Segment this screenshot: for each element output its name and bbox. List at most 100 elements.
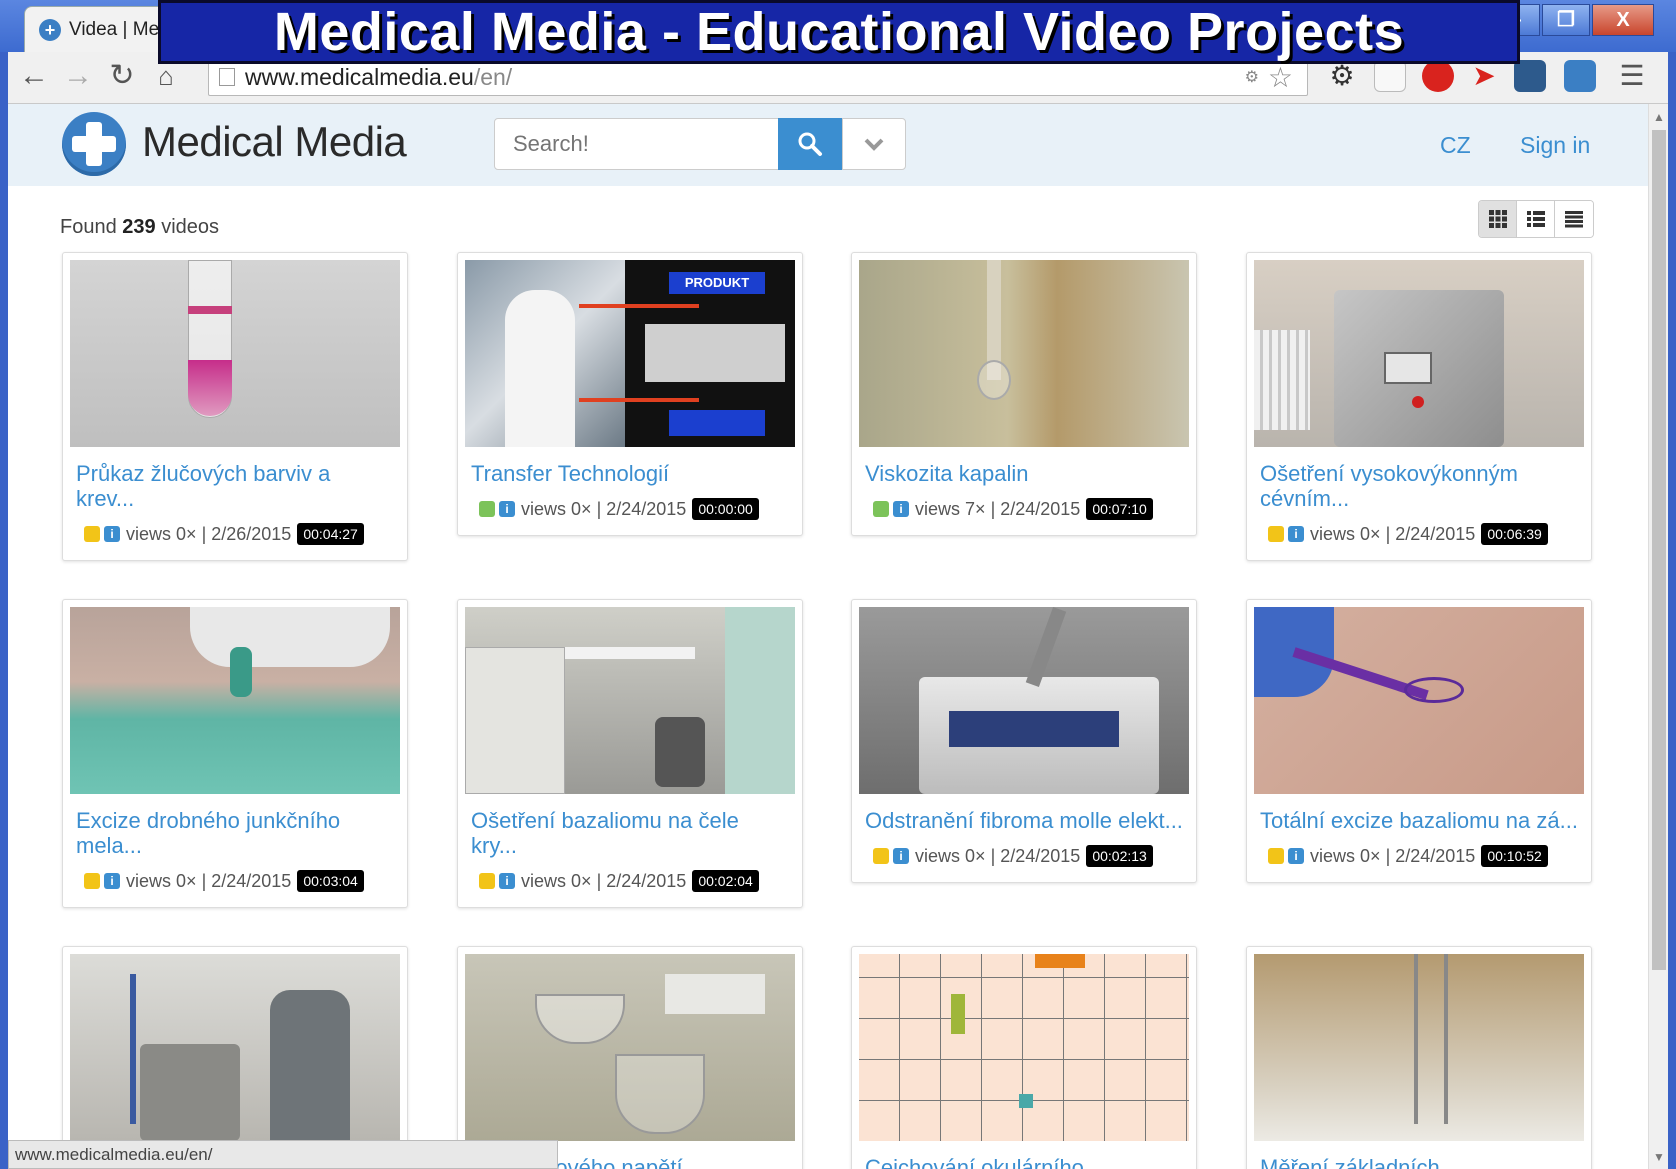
video-card[interactable]: PRODUKT Transfer Technologií i views 0× …: [457, 252, 803, 536]
video-card[interactable]: Totální excize bazaliomu na zá... i view…: [1246, 599, 1592, 883]
pin-marker-icon[interactable]: ➤: [1468, 60, 1500, 92]
extension-book-icon[interactable]: [1514, 60, 1546, 92]
video-title[interactable]: Průkaz žlučových barviv a krev...: [76, 461, 394, 511]
grid-view-icon: [1488, 210, 1507, 228]
status-indicator-icon: [873, 848, 889, 864]
site-favicon-icon: +: [39, 18, 61, 41]
banner-title: Medical Media - Educational Video Projec…: [273, 2, 1405, 62]
info-icon[interactable]: i: [499, 501, 515, 517]
video-thumbnail[interactable]: [1254, 607, 1584, 794]
video-thumbnail[interactable]: [70, 260, 400, 447]
vertical-scrollbar[interactable]: ▲ ▼: [1648, 104, 1668, 1169]
info-icon[interactable]: i: [1288, 848, 1304, 864]
video-card[interactable]: Odstranění fibroma molle elekt... i view…: [851, 599, 1197, 883]
scroll-down-icon[interactable]: ▼: [1653, 1150, 1665, 1164]
video-title[interactable]: Viskozita kapalin: [865, 461, 1183, 486]
video-title[interactable]: Ošetření bazaliomu na čele kry...: [471, 808, 789, 858]
video-title[interactable]: Odstranění fibroma molle elekt...: [865, 808, 1183, 833]
language-link[interactable]: CZ: [1440, 132, 1471, 159]
info-icon[interactable]: i: [1288, 526, 1304, 542]
video-thumbnail[interactable]: [70, 607, 400, 794]
medical-cross-logo-icon[interactable]: [62, 112, 126, 176]
translate-icon[interactable]: ⚙: [1245, 67, 1259, 87]
web-page: Medical Media CZ Sign in Found 239 video…: [8, 104, 1648, 1169]
video-thumbnail[interactable]: [70, 954, 400, 1141]
scroll-thumb[interactable]: [1652, 130, 1666, 970]
video-views: views 7×: [915, 498, 986, 519]
video-card[interactable]: ...povrchového napětí: [457, 946, 803, 1169]
info-icon[interactable]: i: [499, 873, 515, 889]
extension-blank-icon[interactable]: [1374, 60, 1406, 92]
video-card[interactable]: Viskozita kapalin i views 7× | 2/24/2015…: [851, 252, 1197, 536]
bookmark-star-icon[interactable]: ☆: [1268, 61, 1293, 94]
settings-gear-icon[interactable]: ⚙: [1326, 60, 1358, 92]
video-views: views 0×: [126, 870, 197, 891]
info-icon[interactable]: i: [893, 501, 909, 517]
title-banner: Medical Media - Educational Video Projec…: [158, 0, 1520, 64]
video-date: | 2/26/2015: [201, 523, 292, 544]
video-title[interactable]: Ošetření vysokovýkonným cévním...: [1260, 461, 1578, 511]
adblock-icon[interactable]: [1422, 60, 1454, 92]
list-view-icon: [1526, 211, 1545, 227]
video-date: | 2/24/2015: [1385, 523, 1476, 544]
video-date: | 2/24/2015: [1385, 845, 1476, 866]
video-card[interactable]: Ošetření bazaliomu na čele kry... i view…: [457, 599, 803, 908]
compact-view-button[interactable]: [1555, 201, 1593, 237]
video-thumbnail[interactable]: [859, 954, 1189, 1141]
video-card[interactable]: Měření základních: [1246, 946, 1592, 1169]
info-icon[interactable]: i: [893, 848, 909, 864]
close-button[interactable]: X: [1592, 4, 1654, 36]
video-views: views 0×: [915, 845, 986, 866]
video-title[interactable]: Cejchování okulárního: [865, 1155, 1183, 1169]
video-thumbnail[interactable]: [1254, 954, 1584, 1141]
video-meta: i views 0× | 2/26/2015 00:04:27: [84, 523, 400, 545]
video-title[interactable]: Transfer Technologií: [471, 461, 789, 486]
video-card[interactable]: [62, 946, 408, 1169]
search-options-button[interactable]: [842, 118, 906, 170]
video-views: views 0×: [521, 498, 592, 519]
signin-link[interactable]: Sign in: [1520, 132, 1590, 159]
video-duration: 00:02:04: [692, 870, 759, 892]
video-thumbnail[interactable]: PRODUKT: [465, 260, 795, 447]
video-title[interactable]: Měření základních: [1260, 1155, 1578, 1169]
calendar-icon[interactable]: [1564, 60, 1596, 92]
video-duration: 00:03:04: [297, 870, 364, 892]
video-title[interactable]: Totální excize bazaliomu na zá...: [1260, 808, 1578, 833]
video-date: | 2/24/2015: [990, 845, 1081, 866]
status-indicator-icon: [479, 873, 495, 889]
video-card[interactable]: Průkaz žlučových barviv a krev... i view…: [62, 252, 408, 561]
scroll-up-icon[interactable]: ▲: [1653, 110, 1665, 124]
video-meta: i views 0× | 2/24/2015 00:10:52: [1268, 845, 1584, 867]
search-button[interactable]: [778, 118, 842, 170]
forward-arrow-icon[interactable]: →: [58, 56, 98, 96]
reload-icon[interactable]: ↻: [102, 56, 142, 96]
search-input[interactable]: [494, 118, 779, 170]
info-icon[interactable]: i: [104, 526, 120, 542]
video-thumbnail[interactable]: [859, 607, 1189, 794]
restore-button[interactable]: ❐: [1542, 4, 1590, 36]
menu-icon[interactable]: ☰: [1612, 56, 1652, 96]
list-view-button[interactable]: [1517, 201, 1555, 237]
video-card[interactable]: Cejchování okulárního: [851, 946, 1197, 1169]
status-indicator-icon: [1268, 526, 1284, 542]
video-date: | 2/24/2015: [596, 498, 687, 519]
video-meta: i views 0× | 2/24/2015 00:03:04: [84, 870, 400, 892]
video-thumbnail[interactable]: [859, 260, 1189, 447]
video-title[interactable]: Excize drobného junkčního mela...: [76, 808, 394, 858]
video-thumbnail[interactable]: [1254, 260, 1584, 447]
grid-view-button[interactable]: [1479, 201, 1517, 237]
back-arrow-icon[interactable]: ←: [14, 56, 54, 96]
status-indicator-icon: [479, 501, 495, 517]
video-views: views 0×: [1310, 523, 1381, 544]
video-card[interactable]: Excize drobného junkčního mela... i view…: [62, 599, 408, 908]
info-icon[interactable]: i: [104, 873, 120, 889]
video-duration: 00:07:10: [1086, 498, 1153, 520]
site-header: Medical Media CZ Sign in: [8, 104, 1648, 186]
video-thumbnail[interactable]: [465, 954, 795, 1141]
video-duration: 00:06:39: [1481, 523, 1548, 545]
chevron-down-icon: [864, 138, 884, 151]
video-card[interactable]: Ošetření vysokovýkonným cévním... i view…: [1246, 252, 1592, 561]
video-thumbnail[interactable]: [465, 607, 795, 794]
results-number: 239: [122, 216, 156, 238]
site-name[interactable]: Medical Media: [142, 118, 407, 166]
